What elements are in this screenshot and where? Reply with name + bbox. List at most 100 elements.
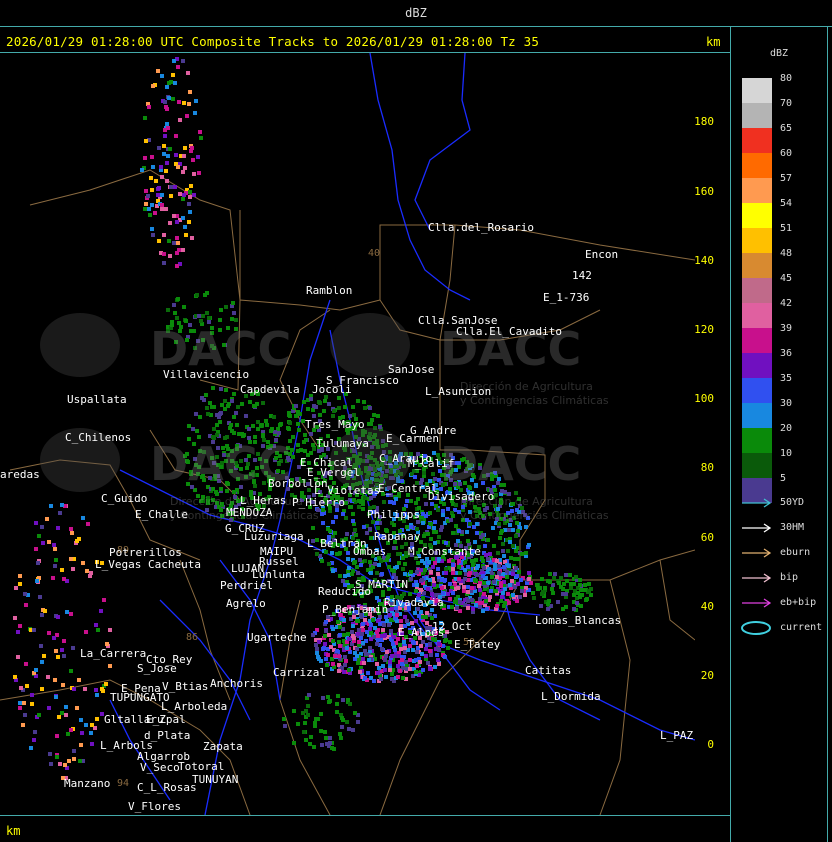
place-label: V_Flores xyxy=(128,800,181,813)
place-label: Russel xyxy=(259,555,299,568)
y-tick-label: 140 xyxy=(694,254,714,267)
y-tick-label: 60 xyxy=(701,531,714,544)
y-tick-label: 20 xyxy=(701,669,714,682)
place-label: E_Tatey xyxy=(454,638,501,651)
place-label: Catitas xyxy=(525,664,571,677)
legend-level-label: 54 xyxy=(780,198,793,209)
y-tick-label: 160 xyxy=(694,185,714,198)
place-label: Clla.El_Cavadito xyxy=(456,325,562,338)
legend-swatch xyxy=(742,403,772,428)
place-label: Rivadavia xyxy=(384,596,444,609)
place-label: E_Alpes xyxy=(398,626,444,639)
place-label: Tulumaya xyxy=(316,437,369,450)
legend-level-label: 30 xyxy=(780,398,793,409)
place-label: Anchoris xyxy=(210,677,263,690)
place-label: Uspallata xyxy=(67,393,127,406)
legend-swatch xyxy=(742,103,772,128)
place-label: C_L_Rosas xyxy=(137,781,197,794)
place-label: L_Arboleda xyxy=(161,700,227,713)
legend-track-label: current xyxy=(780,622,823,633)
legend-level-label: 51 xyxy=(780,223,793,234)
place-label: E_1-736 xyxy=(543,291,589,304)
place-label: La_Carrera xyxy=(80,647,146,660)
place-label: M_Calif xyxy=(408,457,454,470)
place-label: Ugarteche xyxy=(247,631,307,644)
place-label: Ombas xyxy=(353,545,386,558)
place-label: V_Seco xyxy=(140,761,180,774)
legend-level-label: 60 xyxy=(780,148,793,159)
map-bottom-border xyxy=(0,815,730,816)
panel-divider xyxy=(730,27,731,842)
place-label: MENDOZA xyxy=(226,506,273,519)
svg-text:86: 86 xyxy=(186,632,198,643)
legend-level-label: 35 xyxy=(780,373,793,384)
legend-level-label: 80 xyxy=(780,73,793,84)
radar-map[interactable]: 40 89 86 94 50 DACC DACC Dirección de Ag… xyxy=(0,53,730,815)
place-label: C_Chilenos xyxy=(65,431,131,444)
place-label: Philipps xyxy=(367,508,420,521)
place-label: Reducido xyxy=(318,585,371,598)
y-tick-label: 180 xyxy=(694,115,714,128)
legend-swatch xyxy=(742,303,772,328)
axis-unit-top: km xyxy=(706,35,721,49)
place-label: L_Asuncion xyxy=(425,385,491,398)
place-label: Zapata xyxy=(203,740,243,753)
legend-level-label: 65 xyxy=(780,123,793,134)
legend-level-label: 57 xyxy=(780,173,793,184)
y-tick-label: 0 xyxy=(707,738,714,751)
legend-swatch xyxy=(742,353,772,378)
place-label: aredas xyxy=(0,468,40,481)
place-label: Villavicencio xyxy=(163,368,249,381)
legend-level-label: 39 xyxy=(780,323,793,334)
y-tick-label: 40 xyxy=(701,600,714,613)
legend-swatch xyxy=(742,378,772,403)
legend-swatch xyxy=(742,203,772,228)
legend-swatch xyxy=(742,153,772,178)
legend-level-label: 70 xyxy=(780,98,793,109)
place-label: Encon xyxy=(585,248,618,261)
track-arrow-icon xyxy=(742,498,772,508)
place-label: Rapanay xyxy=(374,530,421,543)
header-title: dBZ xyxy=(405,6,427,20)
svg-text:y Contingencias Climáticas: y Contingencias Climáticas xyxy=(460,509,609,522)
place-label: E_Challe xyxy=(135,508,188,521)
place-label: L_Vegas xyxy=(95,558,141,571)
legend-track-label: eburn xyxy=(780,547,811,558)
right-border xyxy=(827,27,828,842)
place-label: Jocoli xyxy=(312,383,352,396)
place-label: L_Dormida xyxy=(541,690,601,703)
place-label: L_PAZ xyxy=(660,729,693,742)
place-label: Divisadero xyxy=(428,490,494,503)
legend-swatch xyxy=(742,278,772,303)
place-label: Manzano xyxy=(64,777,110,790)
place-label: P_Benjamin xyxy=(322,603,388,616)
legend-track-label: 30HM xyxy=(780,522,805,533)
current-ellipse-icon xyxy=(741,621,771,635)
track-arrow-icon xyxy=(742,523,772,533)
place-label: E_Carmen xyxy=(386,432,439,445)
legend-level-label: 10 xyxy=(780,448,793,459)
axis-unit-bottom: km xyxy=(6,824,21,838)
legend-level-label: 20 xyxy=(780,423,793,434)
legend-swatch xyxy=(742,328,772,353)
place-label: Perdriel xyxy=(220,579,273,592)
y-tick-label: 80 xyxy=(701,461,714,474)
place-label: M_Constante xyxy=(408,545,481,558)
place-label: 142 xyxy=(572,269,592,282)
place-label: SanJose xyxy=(388,363,434,376)
header-bar: dBZ xyxy=(0,0,832,27)
place-label: C_Guido xyxy=(101,492,147,505)
legend-level-label: 5 xyxy=(780,473,787,484)
legend-track-label: eb+bip xyxy=(780,597,817,608)
legend-level-label: 45 xyxy=(780,273,793,284)
place-label: Ramblon xyxy=(306,284,352,297)
svg-text:94: 94 xyxy=(117,778,129,789)
track-arrow-icon xyxy=(742,573,772,583)
track-arrow-icon xyxy=(742,598,772,608)
svg-text:40: 40 xyxy=(368,248,380,259)
place-label: Cacheuta xyxy=(148,558,201,571)
place-label: Luzuriaga xyxy=(244,530,304,543)
legend-swatch xyxy=(742,453,772,478)
place-label: Tres_Mayo xyxy=(305,418,365,431)
place-label: P_Hierro xyxy=(292,496,345,509)
